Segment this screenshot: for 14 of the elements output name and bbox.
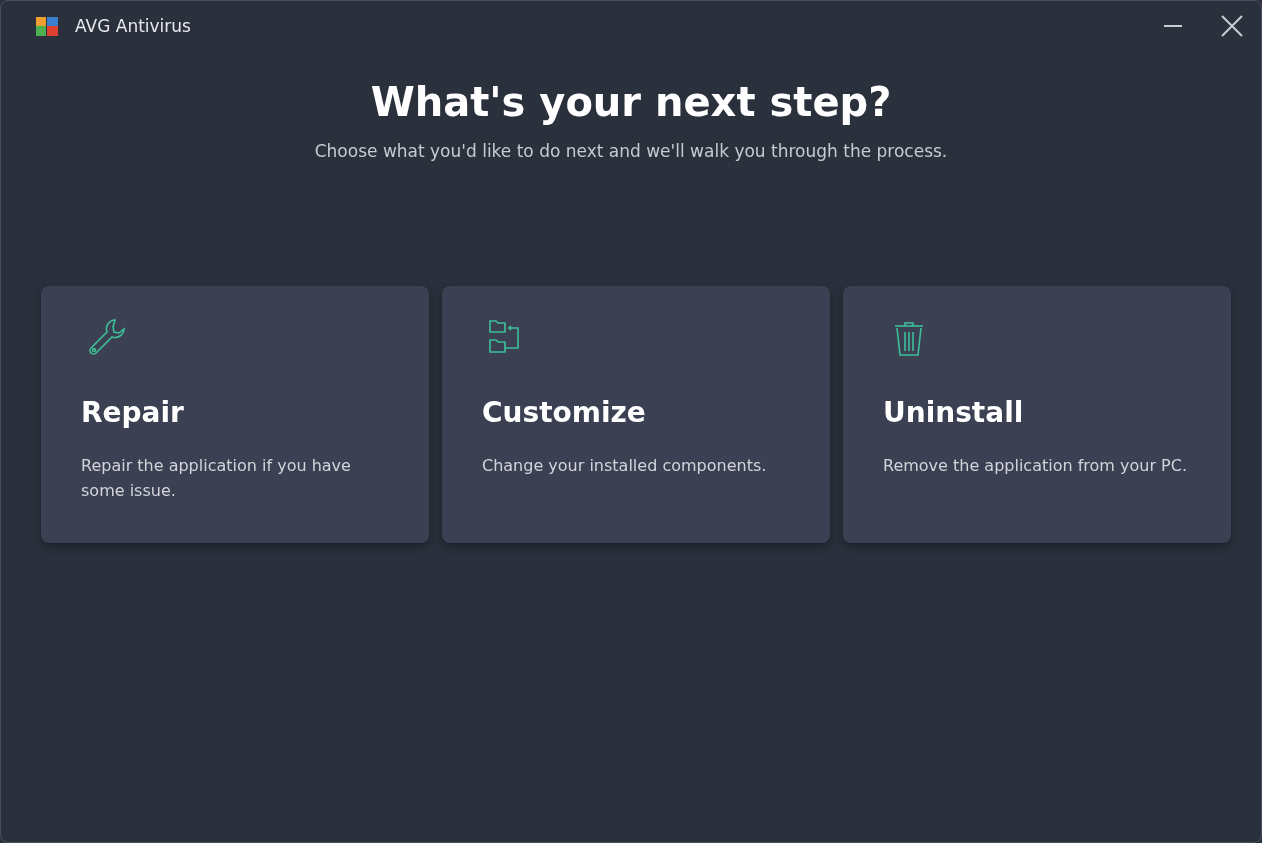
option-description: Change your installed components. bbox=[482, 455, 768, 477]
window-title: AVG Antivirus bbox=[75, 16, 191, 36]
option-card[interactable]: Repair Repair the application if you have some issue. bbox=[41, 286, 429, 543]
option-card[interactable]: Customize Change your installed components. bbox=[442, 286, 830, 543]
option-title: Uninstall bbox=[883, 396, 1025, 429]
page-subtitle: Choose what you'd like to do next and we'll walk you through the process. bbox=[313, 141, 949, 161]
option-card[interactable]: Uninstall Remove the application from your PC. bbox=[843, 286, 1231, 543]
option-title: Repair bbox=[81, 396, 185, 429]
option-description: Repair the application if you have some issue. bbox=[81, 455, 352, 502]
option-title: Customize bbox=[482, 396, 647, 429]
option-description: Remove the application from your PC. bbox=[883, 455, 1188, 477]
page-heading: What's your next step? bbox=[369, 79, 893, 125]
app-logo-icon bbox=[35, 14, 59, 38]
close-icon[interactable] bbox=[1221, 15, 1243, 37]
